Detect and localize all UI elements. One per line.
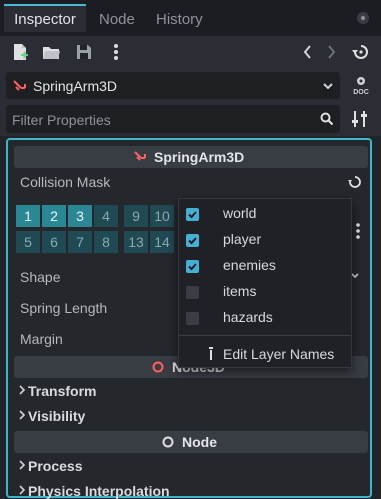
expand-arrow-icon: [18, 409, 26, 421]
layer-checkbox[interactable]: [186, 286, 199, 299]
tab-history[interactable]: History: [156, 6, 203, 34]
object-name: SpringArm3D: [33, 78, 118, 94]
layer-cell[interactable]: 13: [124, 231, 148, 253]
layer-item-label[interactable]: player: [223, 231, 261, 247]
collision-mask-label: Collision Mask: [20, 174, 111, 190]
filter-row: Filter Properties: [0, 102, 381, 136]
physics-interpolation-category[interactable]: Physics Interpolation: [28, 483, 170, 499]
section-title: Node: [182, 434, 217, 450]
edit-layer-names-item[interactable]: Edit Layer Names: [223, 346, 334, 362]
spring-length-label: Spring Length: [20, 300, 108, 316]
search-icon: [320, 112, 334, 126]
layer-cell[interactable]: 7: [68, 231, 92, 253]
layer-cell[interactable]: 9: [124, 205, 148, 227]
spring-arm-icon: [134, 150, 148, 164]
expand-arrow-icon: [18, 384, 26, 396]
tab-inspector[interactable]: Inspector: [4, 4, 86, 32]
more-vertical-icon[interactable]: [106, 42, 126, 62]
layer-cell[interactable]: 5: [16, 231, 40, 253]
doc-help-button[interactable]: DOC: [350, 75, 372, 97]
shape-label: Shape: [20, 269, 61, 285]
spring-arm-icon: [12, 78, 28, 94]
inspector-toolbar: [0, 36, 381, 69]
popup-divider: [179, 335, 351, 336]
layer-cell[interactable]: 4: [94, 205, 118, 227]
layer-cell[interactable]: 2: [42, 205, 66, 227]
layer-cell[interactable]: 8: [94, 231, 118, 253]
layer-cell[interactable]: 10: [150, 205, 174, 227]
object-row: SpringArm3D DOC: [0, 69, 381, 102]
process-category[interactable]: Process: [28, 458, 82, 474]
layer-checkbox[interactable]: [186, 312, 199, 325]
chevron-down-icon: [322, 80, 334, 92]
layer-item-label[interactable]: world: [223, 205, 256, 221]
history-back-icon[interactable]: [298, 42, 318, 62]
margin-label: Margin: [20, 331, 63, 347]
layer-item-label[interactable]: items: [223, 283, 256, 299]
layer-checkbox[interactable]: [186, 234, 199, 247]
layer-cell[interactable]: 14: [150, 231, 174, 253]
expand-arrow-icon: [18, 459, 26, 471]
edit-icon: [207, 347, 215, 361]
property-tools-icon[interactable]: [350, 109, 370, 129]
tab-node[interactable]: Node: [99, 6, 135, 34]
spring-arm-section-header: SpringArm3D: [14, 146, 368, 168]
layer-item-label[interactable]: enemies: [223, 257, 276, 273]
layer-cell[interactable]: 1: [16, 205, 40, 227]
doc-label: DOC: [353, 89, 369, 96]
history-forward-icon[interactable]: [321, 42, 341, 62]
expand-arrow-icon: [18, 484, 26, 496]
save-icon[interactable]: [74, 42, 94, 62]
node3d-icon: [152, 361, 164, 373]
new-resource-icon[interactable]: [10, 42, 30, 62]
visibility-category[interactable]: Visibility: [28, 408, 85, 424]
open-folder-icon[interactable]: [41, 42, 61, 62]
transform-category[interactable]: Transform: [28, 383, 96, 399]
layer-names-popup: world player enemies items hazards Edit …: [178, 198, 352, 368]
filter-placeholder: Filter Properties: [12, 112, 111, 128]
dock-tab-bar: Inspector Node History: [0, 0, 381, 36]
object-selector[interactable]: SpringArm3D: [6, 72, 340, 99]
layers-menu-icon[interactable]: [354, 223, 362, 239]
node-icon: [162, 436, 174, 448]
section-title: SpringArm3D: [154, 149, 245, 165]
node-section-header: Node: [14, 431, 368, 453]
layer-cell[interactable]: 6: [42, 231, 66, 253]
dock-menu-icon[interactable]: [355, 10, 371, 26]
layer-checkbox[interactable]: [186, 208, 199, 221]
filter-properties-input[interactable]: Filter Properties: [6, 105, 340, 133]
revert-icon[interactable]: [348, 175, 362, 189]
layer-item-label[interactable]: hazards: [223, 309, 273, 325]
layer-cell[interactable]: 3: [68, 205, 92, 227]
object-history-icon[interactable]: [351, 42, 371, 62]
layer-checkbox[interactable]: [186, 260, 199, 273]
